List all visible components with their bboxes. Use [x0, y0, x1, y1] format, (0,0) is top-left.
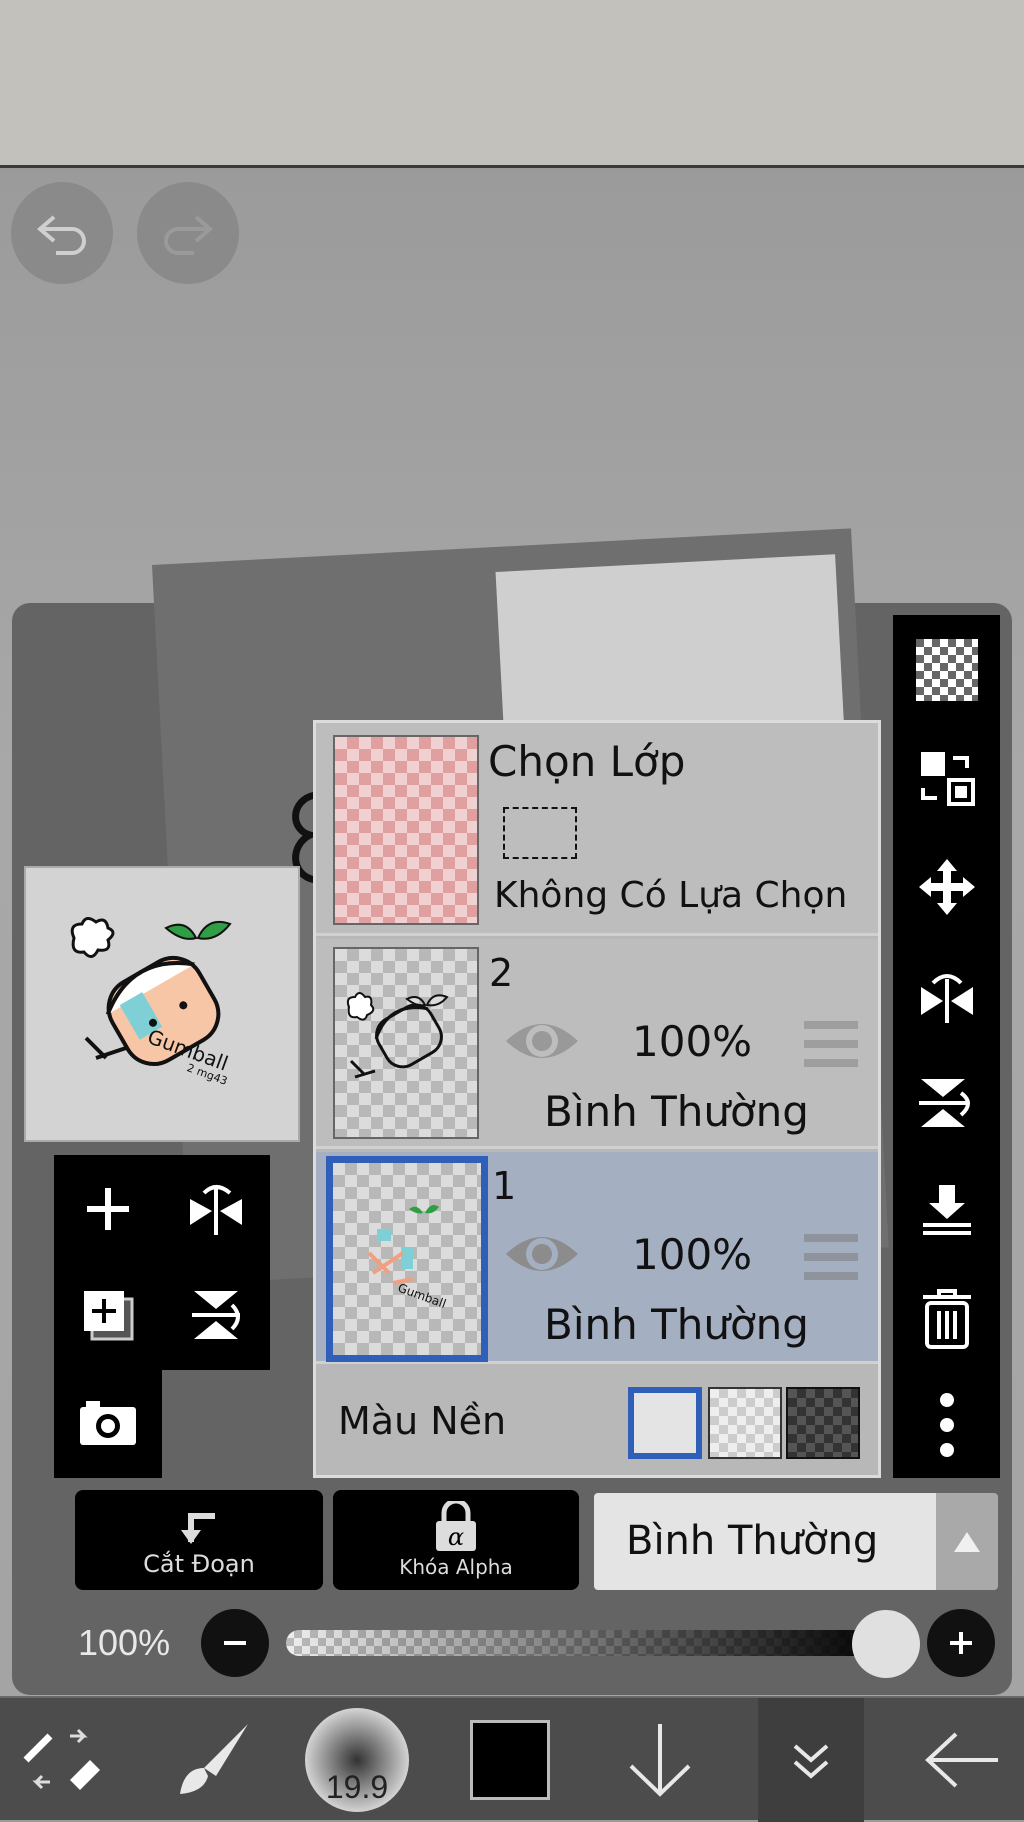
add-layer-button[interactable]: [58, 1159, 158, 1259]
eye-icon[interactable]: [504, 1228, 580, 1280]
triangle-up-icon: [954, 1531, 980, 1552]
merge-down-icon: [922, 1185, 971, 1235]
back-button[interactable]: [910, 1698, 1014, 1822]
layer-thumbnail-selected: Gumball: [326, 1156, 488, 1362]
flip-horizontal-icon: [190, 1185, 242, 1235]
drag-handle-icon[interactable]: [802, 1019, 860, 1069]
flip-vertical-button[interactable]: [166, 1265, 266, 1365]
layer-thumbnail: [333, 947, 479, 1139]
background-color-label: Màu Nền: [338, 1399, 507, 1443]
minus-icon: [224, 1641, 246, 1645]
add-copy-icon: [84, 1291, 134, 1341]
drag-handle-icon[interactable]: [802, 1232, 860, 1282]
brush-eraser-switch-icon: [23, 1728, 100, 1790]
alpha-lock-button[interactable]: α Khóa Alpha: [333, 1490, 579, 1590]
brush-icon: [180, 1724, 248, 1794]
arrow-down-icon: [629, 1724, 691, 1797]
flip-horizontal-button[interactable]: [166, 1159, 266, 1259]
canvas-preview[interactable]: Gumball 2 mg43: [24, 866, 300, 1142]
layer-2-drawing: [346, 992, 449, 1079]
layer-blend-mode: Bình Thường: [544, 1087, 809, 1136]
flip-vertical-icon: [192, 1291, 240, 1339]
brush-tool-button[interactable]: [160, 1698, 260, 1822]
brush-size-button[interactable]: 19.9: [305, 1698, 409, 1822]
merge-down-button[interactable]: [893, 1161, 1000, 1261]
opacity-slider-knob[interactable]: [852, 1610, 920, 1678]
plus-icon: [950, 1632, 972, 1654]
opacity-value-label: 100%: [78, 1622, 171, 1663]
selection-layer-thumbnail: [333, 735, 479, 925]
arrow-left-icon: [925, 1732, 998, 1788]
checker-icon: [915, 639, 978, 701]
layer-number: 2: [489, 951, 514, 995]
bottom-toolbar: 19.9: [0, 1696, 1024, 1822]
alpha-lock-icon: α: [436, 1501, 476, 1551]
layer-1-drawing: Gumball: [367, 1205, 448, 1311]
layer-row-selected[interactable]: Gumball 1 100% Bình Thường: [316, 1152, 878, 1364]
flip-layer-horizontal-button[interactable]: [893, 945, 1000, 1045]
trash-icon: [922, 1289, 971, 1349]
delete-layer-button[interactable]: [893, 1269, 1000, 1369]
top-bar: [0, 0, 1024, 168]
opacity-slider[interactable]: [286, 1630, 886, 1656]
camera-button[interactable]: [58, 1372, 158, 1472]
selection-marquee-icon: [503, 807, 577, 859]
swap-icon: [920, 752, 975, 806]
background-dark-option[interactable]: [786, 1387, 860, 1459]
blend-mode-select[interactable]: Bình Thường: [594, 1493, 936, 1590]
brush-eraser-switch-button[interactable]: [10, 1698, 110, 1822]
double-chevron-down-icon: [793, 1744, 829, 1779]
background-checker-option[interactable]: [708, 1387, 782, 1459]
opacity-increase-button[interactable]: [927, 1609, 995, 1677]
add-folder-button[interactable]: [58, 1265, 158, 1365]
flip-vertical-icon: [918, 1079, 970, 1127]
opacity-decrease-button[interactable]: [201, 1609, 269, 1677]
move-layer-button[interactable]: [893, 837, 1000, 937]
undo-icon: [36, 215, 86, 255]
layer-actions-left: [54, 1155, 270, 1370]
clipping-arrow-icon: [181, 1513, 215, 1544]
svg-text:α: α: [448, 1523, 464, 1551]
flip-horizontal-icon: [920, 974, 973, 1023]
clipping-label: Cắt Đoạn: [143, 1550, 255, 1578]
layer-opacity: 100%: [632, 1017, 753, 1066]
camera-icon: [80, 1401, 136, 1445]
alpha-lock-label: Khóa Alpha: [399, 1555, 513, 1579]
layer-opacity: 100%: [632, 1230, 753, 1279]
layer-actions-left-2: [54, 1368, 162, 1478]
layers-list: Chọn Lớp Không Có Lựa Chọn 2 100% Bình T…: [313, 720, 881, 1478]
clipping-button[interactable]: Cắt Đoạn: [75, 1490, 323, 1590]
layer-blend-mode: Bình Thường: [544, 1300, 809, 1349]
blend-mode-dropdown-button[interactable]: [936, 1493, 998, 1590]
current-color-swatch: [470, 1720, 550, 1800]
brush-size-value: 19.9: [325, 1769, 389, 1805]
background-color-row: Màu Nền: [316, 1367, 878, 1475]
scroll-down-button[interactable]: [610, 1698, 710, 1822]
background-white-option[interactable]: [628, 1387, 702, 1459]
brush-size-preview: 19.9: [305, 1708, 409, 1812]
eye-icon[interactable]: [504, 1015, 580, 1067]
svg-text:Gumball: Gumball: [396, 1281, 448, 1311]
more-options-button[interactable]: [893, 1375, 1000, 1475]
selection-layer-title: Chọn Lớp: [488, 737, 686, 786]
color-picker-button[interactable]: [468, 1698, 552, 1822]
flip-layer-vertical-button[interactable]: [893, 1053, 1000, 1153]
plus-icon: [87, 1188, 129, 1230]
preview-drawing: [70, 917, 232, 1066]
collapse-panel-button[interactable]: [758, 1698, 864, 1822]
move-icon: [918, 859, 975, 915]
redo-button[interactable]: [137, 182, 239, 284]
selection-layer-row[interactable]: Chọn Lớp Không Có Lựa Chọn: [316, 723, 878, 936]
more-vertical-icon: [939, 1393, 954, 1457]
layer-tools-right: [893, 615, 1000, 1478]
undo-button[interactable]: [11, 182, 113, 284]
layer-number: 1: [492, 1164, 517, 1208]
swap-layer-button[interactable]: [893, 728, 1000, 828]
selection-layer-status: Không Có Lựa Chọn: [494, 875, 848, 916]
redo-icon: [164, 215, 214, 255]
transparency-button[interactable]: [893, 620, 1000, 720]
layer-row[interactable]: 2 100% Bình Thường: [316, 939, 878, 1149]
